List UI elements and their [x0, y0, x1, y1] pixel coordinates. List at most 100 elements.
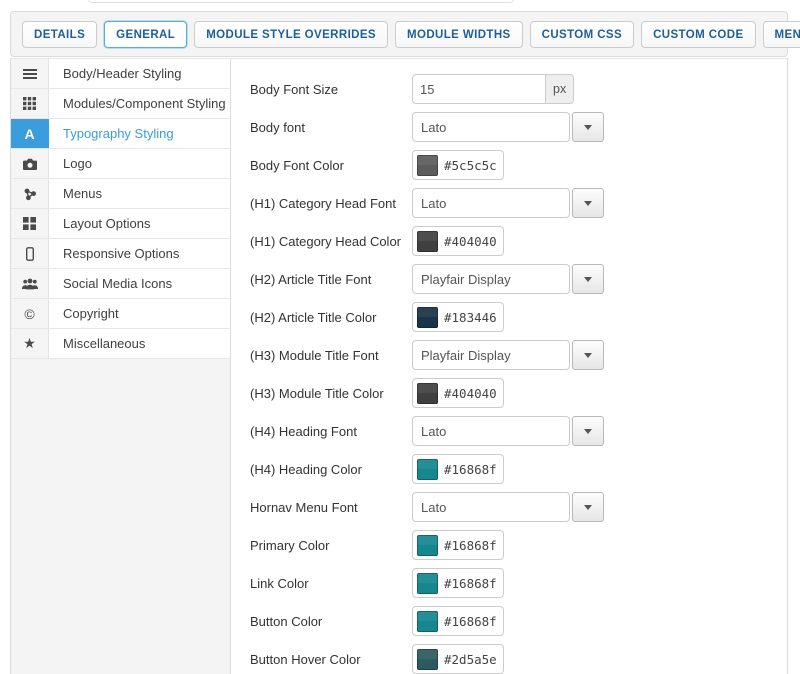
tab-custom-css[interactable]: CUSTOM CSS: [530, 21, 634, 48]
field-label: (H4) Heading Color: [250, 462, 412, 477]
field-label: Link Color: [250, 576, 412, 591]
form-row-body-font-size: Body Font Size px: [232, 74, 787, 104]
color-value: #404040: [444, 234, 497, 249]
body-font-color-input[interactable]: #5c5c5c: [412, 150, 504, 180]
field-label: (H4) Heading Font: [250, 424, 412, 439]
form-row-h1-category-head-color: (H1) Category Head Color #404040: [232, 226, 787, 256]
tab-details[interactable]: DETAILS: [22, 21, 97, 48]
copyright-icon: ©: [11, 299, 49, 328]
grid-3x3-icon: [11, 89, 49, 118]
h2-article-title-font-select[interactable]: Playfair Display: [412, 264, 570, 294]
sidebar-item-label: Miscellaneous: [49, 329, 230, 358]
sidebar-item-logo[interactable]: Logo: [11, 149, 230, 179]
h2-article-title-color-input[interactable]: #183446: [412, 302, 504, 332]
h3-module-title-font-select[interactable]: Playfair Display: [412, 340, 570, 370]
form-row-button-hover-color: Button Hover Color #2d5a5e: [232, 644, 787, 674]
field-label: Button Color: [250, 614, 412, 629]
sidebar-item-social-media-icons[interactable]: Social Media Icons: [11, 269, 230, 299]
link-color-input[interactable]: #16868f: [412, 568, 504, 598]
form-row-button-color: Button Color #16868f: [232, 606, 787, 636]
sidebar-item-label: Layout Options: [49, 209, 230, 238]
caret-down-icon: [584, 429, 592, 434]
color-value: #16868f: [444, 462, 497, 477]
form-row-h3-module-title-color: (H3) Module Title Color #404040: [232, 378, 787, 408]
settings-tabbar: DETAILS GENERAL MODULE STYLE OVERRIDES M…: [10, 11, 788, 57]
sidebar-item-label: Copyright: [49, 299, 230, 328]
select-dropdown-button[interactable]: [572, 188, 604, 218]
tab-module-widths[interactable]: MODULE WIDTHS: [395, 21, 523, 48]
primary-color-input[interactable]: #16868f: [412, 530, 504, 560]
sidebar-item-modules-component-styling[interactable]: Modules/Component Styling: [11, 89, 230, 119]
select-dropdown-button[interactable]: [572, 264, 604, 294]
tab-general[interactable]: GENERAL: [104, 21, 187, 48]
field-label: (H1) Category Head Color: [250, 234, 412, 249]
button-color-input[interactable]: #16868f: [412, 606, 504, 636]
form-row-h4-heading-color: (H4) Heading Color #16868f: [232, 454, 787, 484]
sidebar-item-body-header-styling[interactable]: Body/Header Styling: [11, 59, 230, 89]
h3-module-title-color-input[interactable]: #404040: [412, 378, 504, 408]
cropped-toolbar-edge: [88, 0, 514, 3]
caret-down-icon: [584, 277, 592, 282]
star-icon: ★: [11, 329, 49, 358]
field-label: Body Font Color: [250, 158, 412, 173]
select-dropdown-button[interactable]: [572, 492, 604, 522]
color-value: #16868f: [444, 538, 497, 553]
hornav-menu-font-select[interactable]: Lato: [412, 492, 570, 522]
letter-a-icon: A: [11, 119, 49, 148]
h1-category-head-color-input[interactable]: #404040: [412, 226, 504, 256]
color-swatch: [417, 573, 438, 594]
menu-bars-icon: [11, 59, 49, 88]
form-row-body-font: Body font Lato: [232, 112, 787, 142]
sidebar-item-label: Responsive Options: [49, 239, 230, 268]
caret-down-icon: [584, 201, 592, 206]
body-font-select[interactable]: Lato: [412, 112, 570, 142]
h4-heading-font-select[interactable]: Lato: [412, 416, 570, 446]
h1-category-head-font-select[interactable]: Lato: [412, 188, 570, 218]
field-label: (H2) Article Title Color: [250, 310, 412, 325]
sidebar-item-layout-options[interactable]: Layout Options: [11, 209, 230, 239]
sidebar-item-label: Social Media Icons: [49, 269, 230, 298]
sidebar-item-typography-styling[interactable]: A Typography Styling: [11, 119, 230, 149]
button-hover-color-input[interactable]: #2d5a5e: [412, 644, 504, 674]
color-value: #183446: [444, 310, 497, 325]
field-label: (H2) Article Title Font: [250, 272, 412, 287]
color-swatch: [417, 231, 438, 252]
form-row-link-color: Link Color #16868f: [232, 568, 787, 598]
color-swatch: [417, 155, 438, 176]
sidebar-item-responsive-options[interactable]: Responsive Options: [11, 239, 230, 269]
body-font-size-input[interactable]: [412, 74, 546, 104]
sidebar-item-label: Typography Styling: [49, 119, 230, 148]
h4-heading-color-input[interactable]: #16868f: [412, 454, 504, 484]
form-row-h2-article-title-color: (H2) Article Title Color #183446: [232, 302, 787, 332]
color-swatch: [417, 383, 438, 404]
sidebar-item-label: Logo: [49, 149, 230, 178]
sidebar-item-copyright[interactable]: © Copyright: [11, 299, 230, 329]
sidebar-item-label: Modules/Component Styling: [49, 89, 230, 118]
tab-menu-assignment[interactable]: MENU ASSIGNMENT: [763, 21, 800, 48]
color-value: #16868f: [444, 576, 497, 591]
color-swatch: [417, 611, 438, 632]
field-label: (H1) Category Head Font: [250, 196, 412, 211]
sidebar-item-menus[interactable]: Menus: [11, 179, 230, 209]
grid-2x2-icon: [11, 209, 49, 238]
tab-module-style-overrides[interactable]: MODULE STYLE OVERRIDES: [194, 21, 388, 48]
color-value: #2d5a5e: [444, 652, 497, 667]
field-label: (H3) Module Title Color: [250, 386, 412, 401]
field-label: Body Font Size: [250, 82, 412, 97]
sidebar-item-miscellaneous[interactable]: ★ Miscellaneous: [11, 329, 230, 359]
select-dropdown-button[interactable]: [572, 340, 604, 370]
color-value: #5c5c5c: [444, 158, 497, 173]
form-row-h1-category-head-font: (H1) Category Head Font Lato: [232, 188, 787, 218]
form-row-h3-module-title-font: (H3) Module Title Font Playfair Display: [232, 340, 787, 370]
users-icon: [11, 269, 49, 298]
px-unit-addon: px: [546, 74, 574, 104]
form-row-body-font-color: Body Font Color #5c5c5c: [232, 150, 787, 180]
settings-sidebar: Body/Header Styling Modules/Component St…: [11, 59, 231, 674]
form-row-h2-article-title-font: (H2) Article Title Font Playfair Display: [232, 264, 787, 294]
field-label: (H3) Module Title Font: [250, 348, 412, 363]
select-dropdown-button[interactable]: [572, 416, 604, 446]
field-label: Body font: [250, 120, 412, 135]
caret-down-icon: [584, 505, 592, 510]
tab-custom-code[interactable]: CUSTOM CODE: [641, 21, 755, 48]
select-dropdown-button[interactable]: [572, 112, 604, 142]
